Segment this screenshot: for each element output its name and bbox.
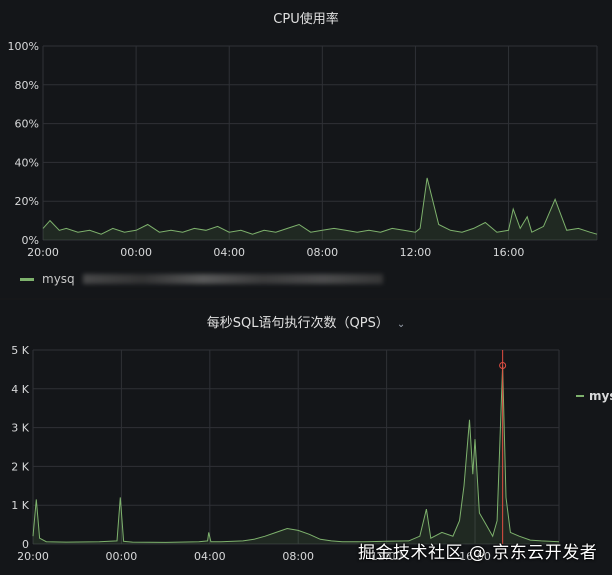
redacted-legend-text [82,274,383,284]
cpu-legend-label: mysq [42,272,75,286]
cpu-panel: CPU使用率 0% 20% 40% 60% 80% 100% 20:00 00:00 04:00… [0,0,612,298]
series-swatch [576,395,584,397]
x-tick-label: 00:00 [106,550,138,563]
watermark: 掘金技术社区 @ 京东云开发者 [358,543,598,563]
series-swatch [20,277,34,281]
x-tick-label: 20:00 [27,246,59,259]
y-tick-label: 1 K [11,499,29,512]
x-tick-label: 08:00 [306,246,338,259]
y-tick-label: 100% [8,40,39,53]
y-tick-label: 5 K [11,344,29,357]
series-area [33,365,559,544]
x-tick-label: 08:00 [282,550,314,563]
x-tick-label: 20:00 [17,550,49,563]
y-tick-label: 40% [15,156,39,169]
y-tick-label: 2 K [11,460,29,473]
x-tick-label: 12:00 [400,246,432,259]
x-tick-label: 04:00 [213,246,245,259]
y-tick-label: 80% [15,79,39,92]
cpu-chart: 0%20%40%60%80%100%20:00 00:00 04:00 08:00 12… [8,40,598,259]
y-tick-label: 3 K [11,422,29,435]
qps-legend[interactable]: myse [576,389,612,403]
qps-chart: 01 K2 K3 K4 K5 K20:00 00:00 04:00 08:00 12:0… [11,344,560,563]
y-tick-label: 4 K [11,383,29,396]
x-tick-label: 16:00 [493,246,525,259]
y-tick-label: 20% [15,195,39,208]
x-tick-label: 00:00 [120,246,152,259]
cpu-legend[interactable]: mysq [20,272,383,286]
qps-panel: 每秒SQL语句执行次数（QPS） ⌄ 01 K2 K3 K4 K5 K 20:00 0… [0,300,612,575]
y-tick-label: 60% [15,118,39,131]
x-tick-label: 04:00 [194,550,226,563]
qps-legend-label: myse [589,389,612,403]
